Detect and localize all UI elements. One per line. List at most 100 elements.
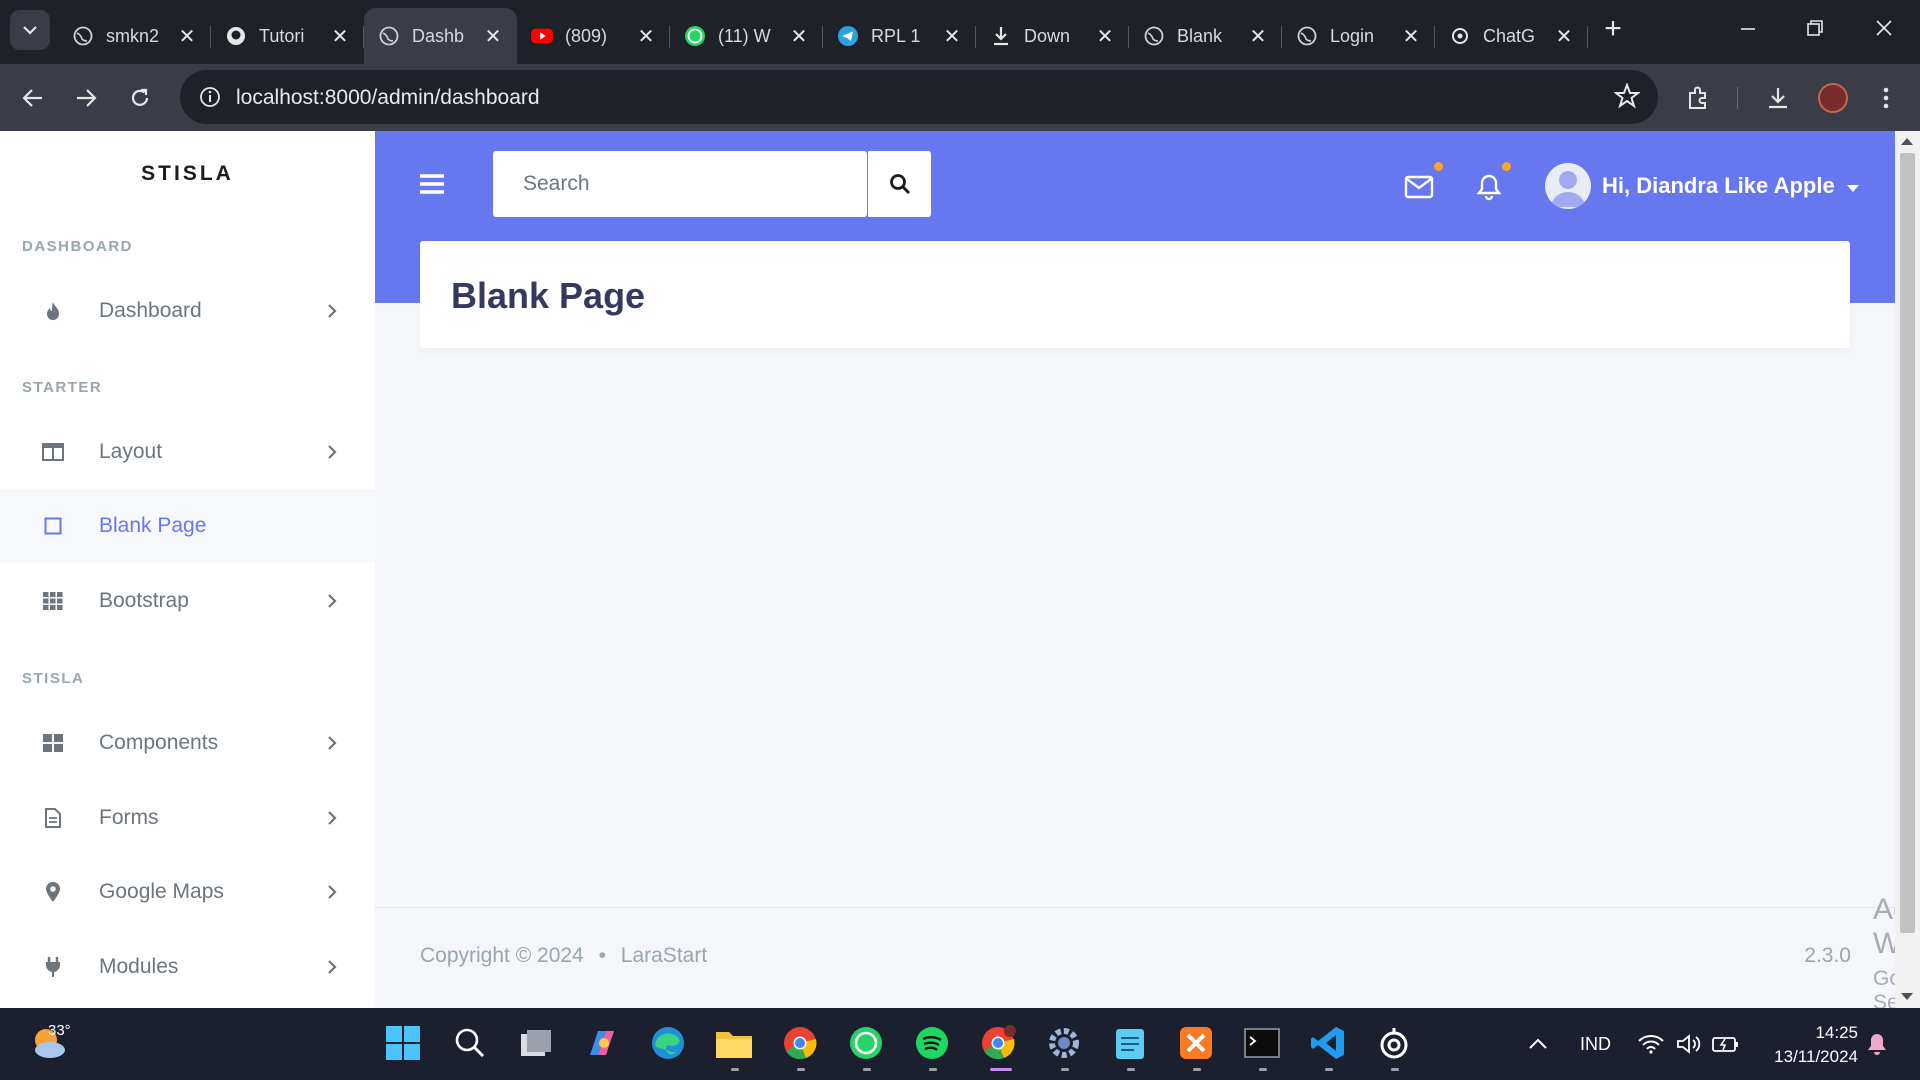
- notification-bell-icon[interactable]: [1471, 169, 1507, 205]
- sidebar-item-dashboard[interactable]: Dashboard: [0, 274, 375, 348]
- notepad-icon[interactable]: [1109, 1022, 1151, 1064]
- tab-telegram[interactable]: RPL 1 ✕: [823, 12, 976, 60]
- vscode-icon[interactable]: [1307, 1022, 1349, 1064]
- tab-smkn2[interactable]: smkn2 ✕: [58, 12, 211, 60]
- running-indicator: [1193, 1068, 1201, 1071]
- tab-chatgpt[interactable]: ChatG ✕: [1435, 12, 1588, 60]
- task-view-icon[interactable]: [515, 1022, 557, 1064]
- close-icon[interactable]: ✕: [789, 24, 809, 49]
- reload-icon[interactable]: [122, 80, 158, 116]
- chrome-profile-icon[interactable]: [977, 1022, 1019, 1064]
- download-icon: [990, 25, 1012, 47]
- close-icon[interactable]: ✕: [636, 24, 656, 49]
- sidebar-item-forms[interactable]: Forms: [0, 781, 375, 855]
- sidebar-item-components[interactable]: Components: [0, 706, 375, 780]
- running-indicator: [1391, 1068, 1399, 1071]
- close-window-icon[interactable]: [1864, 14, 1904, 48]
- close-icon[interactable]: ✕: [1554, 24, 1574, 49]
- menu-header-starter: STARTER: [22, 379, 103, 396]
- site-info-icon[interactable]: [198, 85, 222, 114]
- browser-toolbar: localhost:8000/admin/dashboard: [0, 64, 1920, 131]
- new-tab-plus-icon[interactable]: +: [1596, 14, 1630, 48]
- scroll-up-arrow-icon[interactable]: [1901, 138, 1913, 145]
- sidebar-item-google-maps[interactable]: Google Maps: [0, 855, 375, 929]
- sidebar-item-layout[interactable]: Layout: [0, 415, 375, 489]
- copyright-text: Copyright © 2024: [420, 944, 584, 967]
- scroll-down-arrow-icon[interactable]: [1901, 993, 1913, 1000]
- sidebar-item-label: Layout: [99, 440, 163, 463]
- brand-logo[interactable]: STISLA: [0, 162, 375, 186]
- tab-title: Tutori: [259, 25, 305, 46]
- notification-center-bell-icon[interactable]: [1866, 1008, 1888, 1080]
- volume-icon[interactable]: [1676, 1008, 1702, 1080]
- user-dropdown-toggle[interactable]: Hi, Diandra Like Apple: [1545, 163, 1859, 209]
- bookmark-star-icon[interactable]: [1613, 82, 1641, 114]
- menu-kebab-icon[interactable]: [1868, 80, 1904, 116]
- close-icon[interactable]: ✕: [942, 24, 962, 49]
- spotify-icon[interactable]: [911, 1022, 953, 1064]
- taskbar-search-icon[interactable]: [449, 1022, 491, 1064]
- tab-download[interactable]: Down ✕: [976, 12, 1129, 60]
- battery-charging-icon[interactable]: [1712, 1008, 1740, 1080]
- obs-app-icon[interactable]: [1373, 1022, 1415, 1064]
- close-icon[interactable]: ✕: [1401, 24, 1421, 49]
- tab-youtube[interactable]: (809) ✕: [517, 12, 670, 60]
- forward-arrow-icon[interactable]: [68, 80, 104, 116]
- download-icon[interactable]: [1760, 80, 1796, 116]
- windows-start-icon[interactable]: [382, 1022, 424, 1064]
- edge-browser-icon[interactable]: [647, 1022, 689, 1064]
- sidebar-item-blank-page[interactable]: Blank Page: [0, 489, 375, 563]
- whatsapp-app-icon[interactable]: [845, 1022, 887, 1064]
- close-icon[interactable]: ✕: [1095, 24, 1115, 49]
- extensions-icon[interactable]: [1680, 80, 1716, 116]
- page-scrollbar[interactable]: [1895, 131, 1920, 1008]
- sidebar-item-modules[interactable]: Modules: [0, 930, 375, 1004]
- sidebar-item-label: Modules: [99, 955, 179, 978]
- tab-blank[interactable]: Blank ✕: [1129, 12, 1282, 60]
- wifi-icon[interactable]: [1638, 1008, 1664, 1080]
- search-button[interactable]: [868, 151, 931, 217]
- tab-dashboard-active[interactable]: Dashb ✕: [364, 8, 517, 64]
- copilot-icon[interactable]: [581, 1022, 623, 1064]
- page-title: Blank Page: [451, 275, 646, 316]
- tab-search-button[interactable]: [10, 10, 50, 50]
- tab-title: (809): [565, 25, 608, 46]
- message-envelope-icon[interactable]: [1401, 169, 1437, 205]
- settings-gear-icon[interactable]: [1043, 1022, 1085, 1064]
- minimize-icon[interactable]: [1728, 14, 1768, 48]
- tab-title: (11) W: [718, 25, 771, 46]
- running-indicator: [863, 1068, 871, 1071]
- close-icon[interactable]: ✕: [1248, 24, 1268, 49]
- globe-icon: [1143, 25, 1165, 47]
- close-icon[interactable]: ✕: [483, 24, 503, 49]
- chevron-right-icon: [322, 444, 342, 460]
- language-indicator[interactable]: IND: [1580, 1008, 1611, 1080]
- hamburger-menu-icon[interactable]: [419, 173, 445, 200]
- terminal-icon[interactable]: [1241, 1022, 1283, 1064]
- main-content: Hi, Diandra Like Apple Blank Page Copyri…: [375, 131, 1920, 1008]
- chrome-icon[interactable]: [779, 1022, 821, 1064]
- close-icon[interactable]: ✕: [330, 24, 350, 49]
- tray-overflow-chevron-icon[interactable]: [1528, 1008, 1548, 1080]
- scroll-thumb[interactable]: [1900, 153, 1915, 933]
- close-icon[interactable]: ✕: [177, 24, 197, 49]
- restore-icon[interactable]: [1795, 14, 1835, 48]
- search-input[interactable]: [493, 151, 793, 217]
- address-bar[interactable]: localhost:8000/admin/dashboard: [180, 70, 1658, 124]
- profile-avatar[interactable]: [1815, 80, 1851, 116]
- tab-tutorial[interactable]: Tutori ✕: [211, 12, 364, 60]
- system-clock[interactable]: 14:25 13/11/2024: [1774, 1021, 1858, 1069]
- sidebar-item-bootstrap[interactable]: Bootstrap: [0, 564, 375, 638]
- file-explorer-icon[interactable]: [713, 1022, 755, 1064]
- sidebar-item-label: Components: [99, 731, 219, 754]
- square-icon: [38, 517, 68, 535]
- xampp-icon[interactable]: [1175, 1022, 1217, 1064]
- chevron-right-icon: [322, 735, 342, 751]
- back-arrow-icon[interactable]: [15, 80, 51, 116]
- th-large-icon: [38, 734, 68, 752]
- tab-whatsapp[interactable]: (11) W ✕: [670, 12, 823, 60]
- tab-login[interactable]: Login ✕: [1282, 12, 1435, 60]
- sidebar-item-label: Forms: [99, 806, 159, 829]
- footer-brand-link[interactable]: LaraStart: [621, 944, 707, 967]
- columns-icon: [38, 443, 68, 461]
